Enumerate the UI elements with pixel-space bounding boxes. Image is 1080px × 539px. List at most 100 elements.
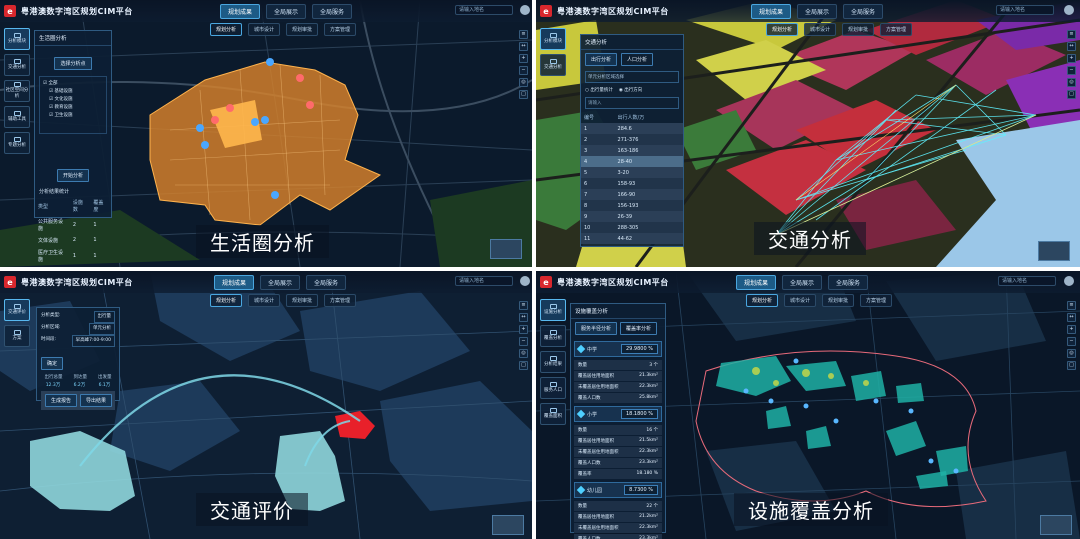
rail-facility-analysis[interactable]: 设施分析 — [540, 299, 566, 321]
tab-global-display[interactable]: 全局展示 — [797, 4, 838, 19]
tab-global-display[interactable]: 全局展示 — [782, 275, 823, 290]
subtab-planning-approval[interactable]: 规划审批 — [286, 23, 319, 36]
tab-global-display[interactable]: 全局展示 — [266, 4, 307, 19]
facility-group-header[interactable]: 小学 18.1800 % — [574, 406, 662, 422]
measure-icon[interactable]: ↔ — [519, 42, 528, 51]
subtab-urban-design[interactable]: 城市设计 — [804, 23, 837, 36]
zoom-in-icon[interactable]: + — [1067, 54, 1076, 63]
subtab-planning-approval[interactable]: 规划审批 — [286, 294, 319, 307]
tree-item[interactable]: ☑ 全部 — [43, 80, 103, 88]
confirm-button[interactable]: 确定 — [41, 357, 64, 370]
compass-icon[interactable]: ◎ — [1067, 349, 1076, 358]
measure-icon[interactable]: ↔ — [1067, 42, 1076, 51]
mode-population-button[interactable]: 人口分析 — [621, 53, 654, 66]
zoom-out-icon[interactable]: − — [1067, 66, 1076, 75]
toggle-coverage-rate[interactable]: 覆盖率分析 — [620, 322, 658, 335]
rail-traffic-evaluation[interactable]: 交通评价 — [4, 299, 30, 321]
table-row[interactable]: 公共服务设施 2 1 — [35, 215, 111, 234]
rail-coverage-area[interactable]: 覆盖面积 — [540, 403, 566, 425]
subtab-planning-approval[interactable]: 规划审批 — [822, 294, 855, 307]
analysis-region-select[interactable]: 单元分析 — [89, 323, 115, 335]
export-result-button[interactable]: 导出结果 — [80, 394, 113, 407]
layers-icon[interactable]: ≡ — [519, 30, 528, 39]
fullscreen-icon[interactable]: □ — [1067, 361, 1076, 370]
table-row[interactable]: 5 3-20 — [581, 167, 683, 178]
tab-planning-results[interactable]: 规划成果 — [220, 4, 261, 19]
compass-icon[interactable]: ◎ — [519, 349, 528, 358]
tab-global-service[interactable]: 全局服务 — [828, 275, 869, 290]
minimap[interactable] — [492, 515, 524, 535]
tab-global-service[interactable]: 全局服务 — [306, 275, 347, 290]
compass-icon[interactable]: ◎ — [1067, 78, 1076, 87]
subtab-urban-design[interactable]: 城市设计 — [248, 23, 281, 36]
table-row[interactable]: 8 156-193 — [581, 200, 683, 211]
table-row[interactable]: 4 28-40 — [581, 156, 683, 167]
radio-direction[interactable]: ◉ 出行方向 — [619, 87, 642, 93]
subtab-urban-design[interactable]: 城市设计 — [248, 294, 281, 307]
search-input[interactable]: 请输入地名 — [455, 276, 513, 286]
zoom-in-icon[interactable]: + — [519, 54, 528, 63]
radio-volume[interactable]: ○ 出行量统计 — [585, 87, 613, 93]
rail-coverage-analysis[interactable]: 覆盖分析 — [540, 325, 566, 347]
tree-item[interactable]: ☑ 卫生设施 — [43, 112, 103, 120]
search-input[interactable]: 请输入地名 — [998, 276, 1056, 286]
table-row[interactable]: 医疗卫生设施 1 1 — [35, 246, 111, 265]
rail-analysis-result[interactable]: 分析结果 — [540, 351, 566, 373]
tree-item[interactable]: ☑ 文化设施 — [43, 96, 103, 104]
rail-traffic-analysis[interactable]: 交通分析 — [4, 54, 30, 76]
rail-analysis-module[interactable]: 分析模块 — [540, 28, 566, 50]
tab-global-service[interactable]: 全局服务 — [312, 4, 353, 19]
subtab-urban-design[interactable]: 城市设计 — [784, 294, 817, 307]
subtab-planning-analysis[interactable]: 规划分析 — [766, 23, 799, 36]
toggle-service-radius[interactable]: 服务半径分析 — [575, 322, 618, 335]
table-row[interactable]: 6 158-93 — [581, 178, 683, 189]
tree-item[interactable]: ☑ 教育设施 — [43, 104, 103, 112]
time-period-select[interactable]: 早高峰7:00-9:00 — [71, 335, 115, 347]
rail-thematic[interactable]: 专题分析 — [4, 132, 30, 154]
measure-icon[interactable]: ↔ — [519, 313, 528, 322]
zoom-out-icon[interactable]: − — [1067, 337, 1076, 346]
subtab-planning-analysis[interactable]: 规划分析 — [210, 294, 243, 307]
avatar[interactable] — [1064, 276, 1074, 286]
mode-travel-button[interactable]: 出行分析 — [585, 53, 618, 66]
subtab-planning-analysis[interactable]: 规划分析 — [746, 294, 779, 307]
minimap[interactable] — [490, 239, 522, 259]
measure-icon[interactable]: ↔ — [1067, 313, 1076, 322]
tab-planning-results[interactable]: 规划成果 — [751, 4, 792, 19]
rail-community-space[interactable]: 社区空间分析 — [4, 80, 30, 102]
subtab-scheme-management[interactable]: 方案管理 — [324, 23, 357, 36]
select-point-button[interactable]: 选择分析点 — [54, 57, 92, 70]
table-row[interactable]: 11 44-62 — [581, 233, 683, 244]
table-row[interactable]: 文体设施 2 1 — [35, 234, 111, 246]
subtab-scheme-management[interactable]: 方案管理 — [324, 294, 357, 307]
zoom-out-icon[interactable]: − — [519, 66, 528, 75]
facility-group-header[interactable]: 幼儿园 8.7300 % — [574, 482, 662, 498]
table-row[interactable]: 10 288-305 — [581, 222, 683, 233]
subtab-scheme-management[interactable]: 方案管理 — [860, 294, 893, 307]
subtab-scheme-management[interactable]: 方案管理 — [880, 23, 913, 36]
start-analysis-button[interactable]: 开始分析 — [56, 169, 89, 182]
table-row[interactable]: 7 166-90 — [581, 189, 683, 200]
filter-input[interactable]: 请输入 — [585, 97, 679, 109]
zoom-in-icon[interactable]: + — [1067, 325, 1076, 334]
rail-service-population[interactable]: 服务人口 — [540, 377, 566, 399]
minimap[interactable] — [1038, 241, 1070, 261]
fullscreen-icon[interactable]: □ — [519, 361, 528, 370]
tab-planning-results[interactable]: 规划成果 — [736, 275, 777, 290]
compass-icon[interactable]: ◎ — [519, 78, 528, 87]
avatar[interactable] — [520, 5, 530, 15]
zoom-in-icon[interactable]: + — [519, 325, 528, 334]
rail-traffic-analysis[interactable]: 交通分析 — [540, 54, 566, 76]
fullscreen-icon[interactable]: □ — [519, 90, 528, 99]
subtab-planning-approval[interactable]: 规划审批 — [842, 23, 875, 36]
minimap[interactable] — [1040, 515, 1072, 535]
subtab-planning-analysis[interactable]: 规划分析 — [210, 23, 243, 36]
generate-report-button[interactable]: 生成报告 — [45, 394, 78, 407]
avatar[interactable] — [1064, 5, 1074, 15]
table-row[interactable]: 3 163-186 — [581, 145, 683, 156]
tab-global-display[interactable]: 全局展示 — [260, 275, 301, 290]
search-input[interactable]: 请输入地名 — [996, 5, 1054, 15]
zoom-out-icon[interactable]: − — [519, 337, 528, 346]
fullscreen-icon[interactable]: □ — [1067, 90, 1076, 99]
layers-icon[interactable]: ≡ — [1067, 301, 1076, 310]
